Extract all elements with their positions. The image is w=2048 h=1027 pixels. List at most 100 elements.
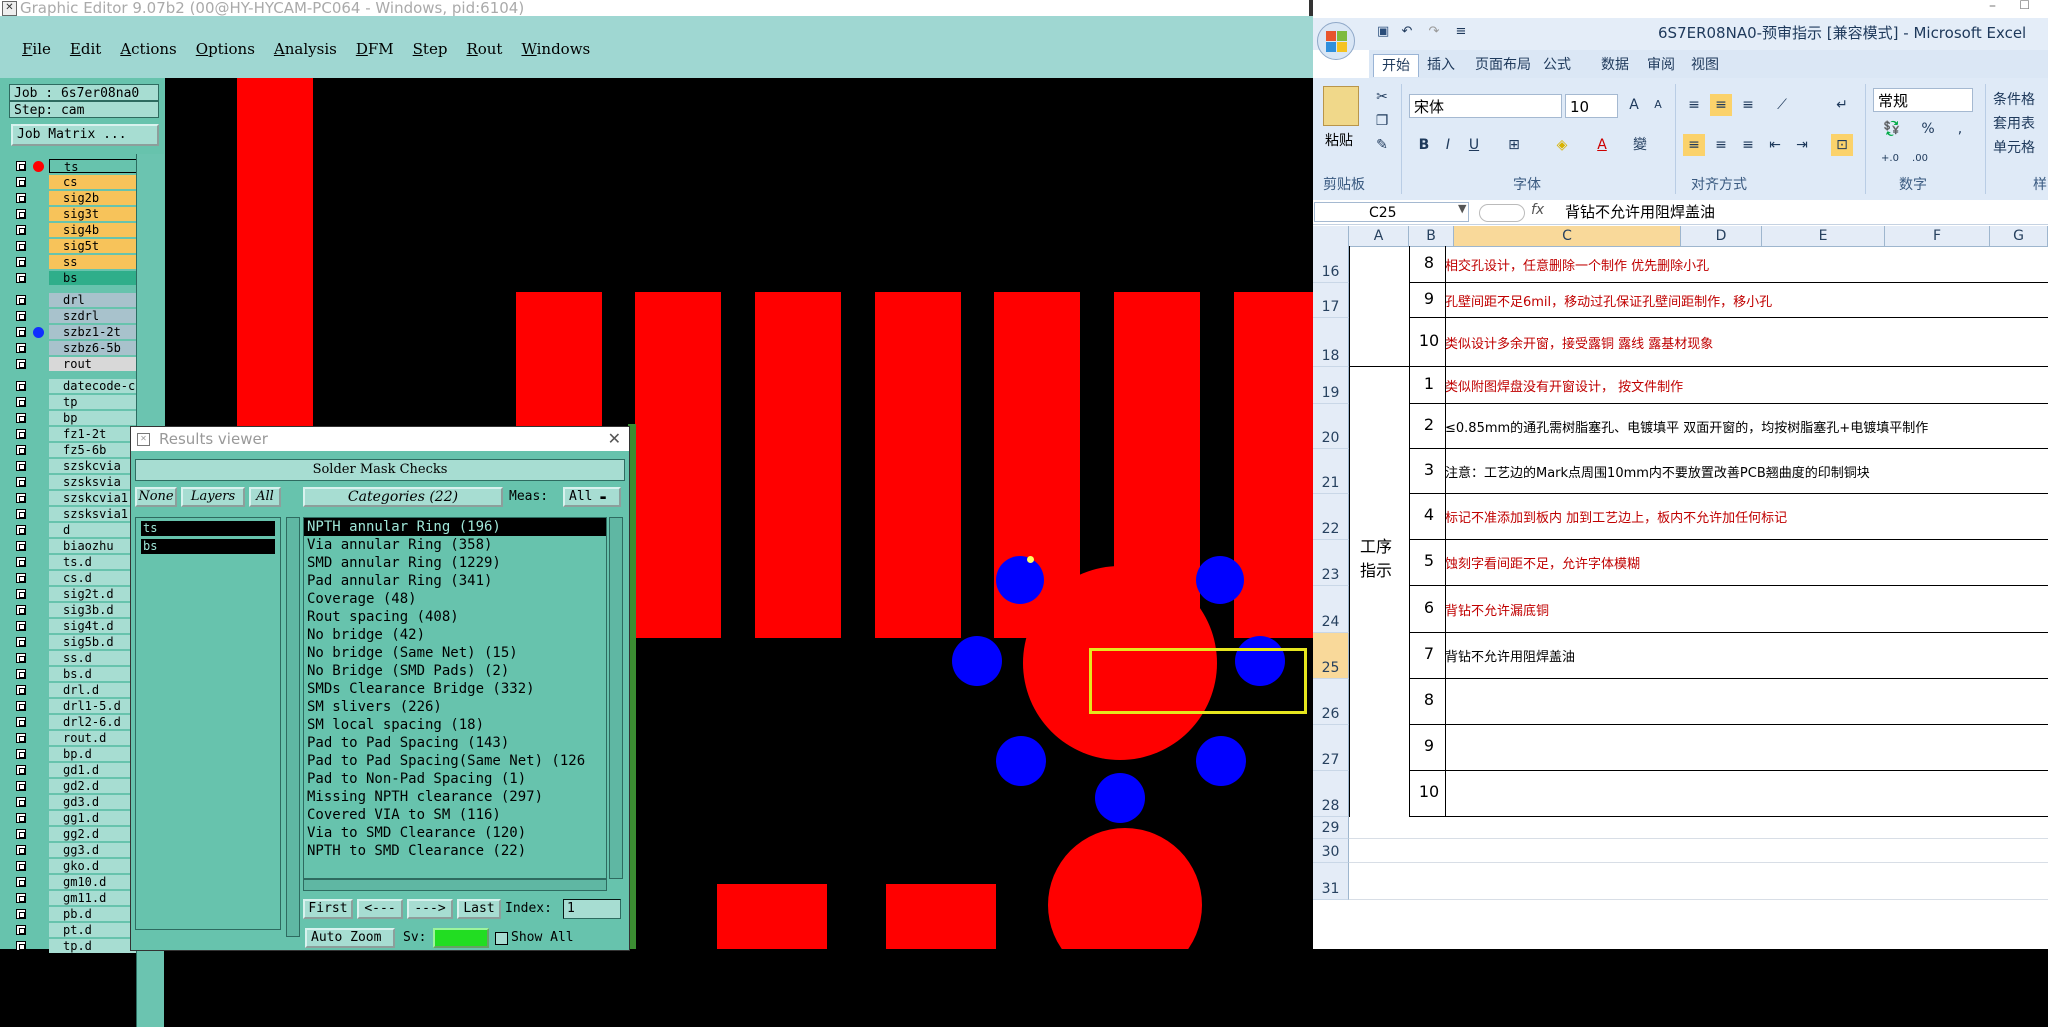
item-number[interactable]: 10	[1414, 331, 1444, 350]
section-label[interactable]: 工序指示	[1358, 535, 1394, 583]
layer-row[interactable]: sig5b.d◢	[13, 634, 144, 650]
item-number[interactable]: 8	[1414, 253, 1444, 272]
layer-row[interactable]: szbz6-5b	[13, 340, 144, 356]
layer-row[interactable]: ss.d◢	[13, 650, 144, 666]
column-header[interactable]: G	[1990, 226, 2048, 246]
instruction-cell[interactable]: 类似附图焊盘没有开窗设计， 按文件制作	[1445, 376, 1683, 395]
category-item[interactable]: NPTH to SMD Clearance (22)	[304, 842, 606, 860]
copy-icon[interactable]: ❐	[1371, 110, 1393, 132]
category-item[interactable]: No Bridge (SMD Pads) (2)	[304, 662, 606, 680]
paste-label[interactable]: 粘贴	[1325, 130, 1353, 150]
results-layer-item[interactable]: bs	[141, 539, 275, 554]
row-header[interactable]: 21	[1313, 449, 1349, 494]
fill-color-icon[interactable]: ◈	[1551, 134, 1573, 156]
layer-row[interactable]: pt.d◢	[13, 922, 144, 938]
category-item[interactable]: SMD annular Ring (1229)	[304, 554, 606, 572]
menu-edit[interactable]: Edit	[70, 40, 101, 58]
number-format-box[interactable]: 常规	[1873, 88, 1973, 112]
category-list-hscrollbar[interactable]	[303, 879, 607, 891]
layer-row[interactable]: rout	[13, 356, 144, 372]
row-header[interactable]: 28	[1313, 771, 1349, 817]
align-middle-icon[interactable]: ≡	[1710, 94, 1732, 116]
last-button[interactable]: Last	[457, 899, 501, 919]
layer-checkbox[interactable]	[16, 765, 26, 775]
layer-name[interactable]: sig3t	[49, 207, 144, 221]
category-item[interactable]: Pad annular Ring (341)	[304, 572, 606, 590]
name-box[interactable]: C25	[1314, 202, 1469, 222]
layer-checkbox[interactable]	[16, 669, 26, 679]
layer-row[interactable]: sig3t	[13, 206, 144, 222]
row-header[interactable]: 26	[1313, 679, 1349, 725]
layer-checkbox[interactable]	[16, 177, 26, 187]
layer-row[interactable]: drl	[13, 292, 144, 308]
layer-checkbox[interactable]	[16, 445, 26, 455]
bold-icon[interactable]: B	[1413, 134, 1435, 156]
ribbon-tab[interactable]: 公式	[1535, 54, 1579, 76]
layer-checkbox[interactable]	[16, 733, 26, 743]
row-header[interactable]: 24	[1313, 586, 1349, 633]
instruction-cell[interactable]: 孔壁间距不足6mil，移动过孔保证孔壁间距制作，移小孔	[1445, 291, 1772, 310]
layer-row[interactable]: gd2.d◢	[13, 778, 144, 794]
layer-row[interactable]: sig2t.d◢	[13, 586, 144, 602]
redo-icon[interactable]: ↷	[1428, 24, 1439, 39]
layer-name[interactable]: tp	[49, 395, 144, 409]
layer-row[interactable]: ts	[13, 158, 144, 174]
formula-zoom-control[interactable]	[1479, 204, 1525, 222]
ribbon-tab[interactable]: 页面布局	[1467, 54, 1539, 76]
instruction-cell[interactable]: 蚀刻字看间距不足，允许字体模糊	[1445, 553, 1640, 572]
item-number[interactable]: 10	[1414, 782, 1444, 801]
border-icon[interactable]: ⊞	[1503, 134, 1525, 156]
layer-row[interactable]: drl2-6.d◢	[13, 714, 144, 730]
layer-checkbox[interactable]	[16, 797, 26, 807]
sv-color-swatch[interactable]	[433, 928, 489, 948]
minimize-icon[interactable]: –	[1989, 0, 1996, 14]
customize-qat-icon[interactable]: ≡	[1456, 24, 1467, 39]
category-list[interactable]: NPTH annular Ring (196) Via annular Ring …	[303, 517, 607, 879]
shrink-font-icon[interactable]: A	[1647, 94, 1669, 116]
layer-checkbox[interactable]	[16, 941, 26, 951]
layer-row[interactable]: ts.d◢	[13, 554, 144, 570]
layer-checkbox[interactable]	[16, 877, 26, 887]
row-header[interactable]: 20	[1313, 404, 1349, 449]
job-matrix-button[interactable]: Job Matrix ...	[11, 124, 159, 146]
category-item[interactable]: SM local spacing (18)	[304, 716, 606, 734]
layer-row[interactable]: gg1.d◢	[13, 810, 144, 826]
layer-row[interactable]: drl1-5.d◢	[13, 698, 144, 714]
category-item[interactable]: Via to SMD Clearance (120)	[304, 824, 606, 842]
accounting-format-icon[interactable]: 💱	[1881, 118, 1903, 140]
item-number[interactable]: 8	[1414, 690, 1444, 709]
layer-checkbox[interactable]	[16, 605, 26, 615]
layers-button[interactable]: Layers	[181, 487, 245, 507]
layer-row[interactable]: drl.d◢	[13, 682, 144, 698]
layer-name[interactable]: szdrl	[49, 309, 144, 323]
layer-checkbox[interactable]	[16, 541, 26, 551]
layer-checkbox[interactable]	[16, 829, 26, 839]
cut-icon[interactable]: ✂	[1371, 86, 1393, 108]
maximize-icon[interactable]: ☐	[2019, 0, 2030, 12]
layer-row[interactable]: gd3.d◢	[13, 794, 144, 810]
layer-name[interactable]: sig4b	[49, 223, 144, 237]
orientation-icon[interactable]: ⟋	[1771, 94, 1793, 116]
layer-row[interactable]: szskcvia1	[13, 490, 144, 506]
row-header[interactable]: 23	[1313, 540, 1349, 586]
layer-name[interactable]: drl	[49, 293, 144, 307]
layer-name[interactable]: datecode-cs	[49, 379, 144, 393]
ribbon-tab[interactable]: 开始	[1373, 54, 1419, 77]
font-name-box[interactable]: 宋体	[1409, 94, 1562, 118]
layer-checkbox[interactable]	[16, 717, 26, 727]
layer-checkbox[interactable]	[16, 397, 26, 407]
column-header[interactable]: B	[1409, 226, 1454, 246]
column-header[interactable]: E	[1762, 226, 1885, 246]
font-color-icon[interactable]: A	[1591, 134, 1613, 156]
category-item[interactable]: No bridge (Same Net) (15)	[304, 644, 606, 662]
layer-checkbox[interactable]	[16, 893, 26, 903]
item-number[interactable]: 5	[1414, 551, 1444, 570]
layer-row[interactable]: bp	[13, 410, 144, 426]
previous-button[interactable]: <---	[357, 899, 403, 919]
row-header[interactable]: 27	[1313, 725, 1349, 771]
row-header[interactable]: 29	[1313, 817, 1349, 839]
category-item[interactable]: No bridge (42)	[304, 626, 606, 644]
align-center-icon[interactable]: ≡	[1710, 134, 1732, 156]
layer-checkbox[interactable]	[16, 193, 26, 203]
category-list-scrollbar[interactable]	[609, 517, 623, 879]
